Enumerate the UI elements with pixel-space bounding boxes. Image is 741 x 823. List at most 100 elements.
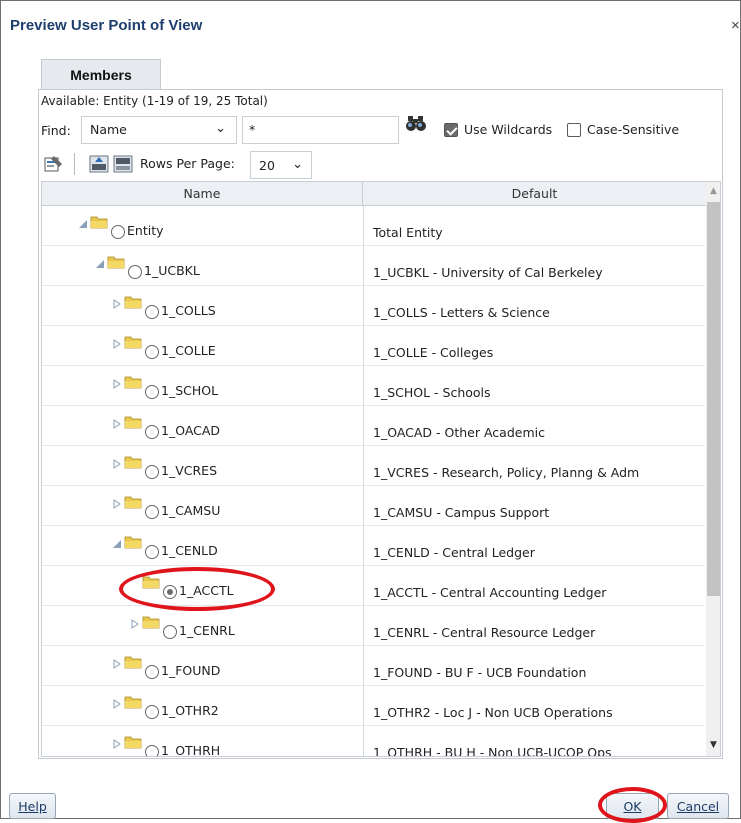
table-row[interactable]: 1_CENRL 1_CENRL - Central Resource Ledger <box>42 606 705 646</box>
member-default: 1_VCRES - Research, Policy, Planng & Adm <box>373 465 640 480</box>
table-row[interactable]: 1_COLLE 1_COLLE - Colleges <box>42 326 705 366</box>
member-radio[interactable] <box>145 665 159 679</box>
collapsed-triangle-icon[interactable] <box>112 699 122 709</box>
member-default: Total Entity <box>373 225 443 240</box>
member-default: 1_OTHRH - BU H - Non UCB-UCOP Ops <box>373 745 612 757</box>
expanded-triangle-icon[interactable] <box>112 539 122 549</box>
expand-all-icon[interactable] <box>89 155 109 173</box>
table-row[interactable]: 1_ACCTL 1_ACCTL - Central Accounting Ledg… <box>42 566 705 606</box>
expanded-triangle-icon[interactable] <box>78 219 88 229</box>
collapsed-triangle-icon[interactable] <box>112 659 122 669</box>
binoculars-search-icon[interactable] <box>405 115 427 133</box>
member-radio[interactable] <box>145 345 159 359</box>
member-name: 1_CAMSU <box>161 503 221 518</box>
member-default: 1_OACAD - Other Academic <box>373 425 545 440</box>
table-row[interactable]: 1_FOUND 1_FOUND - BU F - UCB Foundation <box>42 646 705 686</box>
member-name: 1_ACCTL <box>179 583 234 598</box>
collapsed-triangle-icon[interactable] <box>130 619 140 629</box>
cancel-button[interactable]: Cancel <box>667 793 729 819</box>
member-radio[interactable] <box>163 585 177 599</box>
use-wildcards-checkbox[interactable] <box>444 123 458 137</box>
collapsed-triangle-icon[interactable] <box>112 499 122 509</box>
rows-per-page-label: Rows Per Page: <box>140 156 235 171</box>
collapsed-triangle-icon[interactable] <box>112 419 122 429</box>
table-row[interactable]: 1_CAMSU 1_CAMSU - Campus Support <box>42 486 705 526</box>
dialog-window: Preview User Point of View × Members Ava… <box>0 0 741 823</box>
column-header-name[interactable]: Name <box>42 182 363 206</box>
find-by-select[interactable]: Name ⌄ <box>81 116 237 144</box>
collapsed-triangle-icon[interactable] <box>112 339 122 349</box>
member-radio[interactable] <box>145 425 159 439</box>
member-radio[interactable] <box>145 545 159 559</box>
expanded-triangle-icon[interactable] <box>95 259 105 269</box>
folder-icon <box>124 736 142 749</box>
table-row[interactable]: 1_SCHOL 1_SCHOL - Schools <box>42 366 705 406</box>
table-row[interactable]: 1_COLLS 1_COLLS - Letters & Science <box>42 286 705 326</box>
collapsed-triangle-icon[interactable] <box>112 459 122 469</box>
table-row[interactable]: 1_UCBKL 1_UCBKL - University of Cal Berke… <box>42 246 705 286</box>
scroll-up-arrow-icon[interactable]: ▲ <box>710 186 717 196</box>
member-default: 1_OTHR2 - Loc J - Non UCB Operations <box>373 705 613 720</box>
collapsed-triangle-icon[interactable] <box>112 299 122 309</box>
folder-icon <box>124 456 142 469</box>
case-sensitive-checkbox[interactable] <box>567 123 581 137</box>
table-row[interactable]: 1_OTHRH 1_OTHRH - BU H - Non UCB-UCOP Ops <box>42 726 705 757</box>
folder-icon <box>124 296 142 309</box>
case-sensitive-label: Case-Sensitive <box>587 122 680 137</box>
rows-per-page-select[interactable]: 20 ⌄ <box>250 151 312 179</box>
find-input[interactable]: * <box>242 116 399 144</box>
table-row[interactable]: 1_VCRES 1_VCRES - Research, Policy, Plann… <box>42 446 705 486</box>
member-radio[interactable] <box>145 745 159 756</box>
member-name: Entity <box>127 223 164 238</box>
find-by-value: Name <box>90 122 127 137</box>
member-name: 1_CENRL <box>179 623 235 638</box>
member-default: 1_COLLS - Letters & Science <box>373 305 550 320</box>
member-radio[interactable] <box>145 305 159 319</box>
member-default: 1_ACCTL - Central Accounting Ledger <box>373 585 607 600</box>
collapse-all-icon[interactable] <box>113 155 133 173</box>
table-row[interactable]: Entity Total Entity <box>42 206 705 246</box>
member-name: 1_COLLE <box>161 343 216 358</box>
folder-icon <box>124 536 142 549</box>
table-row[interactable]: 1_OACAD 1_OACAD - Other Academic <box>42 406 705 446</box>
member-default: 1_COLLE - Colleges <box>373 345 494 360</box>
folder-icon <box>124 336 142 349</box>
collapsed-triangle-icon[interactable] <box>112 739 122 749</box>
scrollbar-thumb[interactable] <box>707 202 720 596</box>
member-default: 1_UCBKL - University of Cal Berkeley <box>373 265 603 280</box>
rows-per-page-value: 20 <box>259 158 275 173</box>
column-header-default[interactable]: Default <box>363 182 706 206</box>
dialog-title: Preview User Point of View <box>10 17 203 34</box>
ok-button[interactable]: OK <box>606 793 659 819</box>
member-name: 1_OACAD <box>161 423 221 438</box>
member-radio[interactable] <box>163 625 177 639</box>
member-radio[interactable] <box>111 225 125 239</box>
member-default: 1_SCHOL - Schools <box>373 385 491 400</box>
properties-icon[interactable] <box>44 155 64 173</box>
tab-members[interactable]: Members <box>41 59 161 89</box>
member-radio[interactable] <box>145 465 159 479</box>
find-label: Find: <box>41 123 71 138</box>
folder-icon <box>124 696 142 709</box>
member-default: 1_CENRL - Central Resource Ledger <box>373 625 596 640</box>
member-grid: Name Default Entity Total Entity 1_UCBKL 1_… <box>41 181 721 757</box>
member-name: 1_OTHRH <box>161 743 221 757</box>
close-icon[interactable]: × <box>731 17 740 34</box>
table-row[interactable]: 1_CENLD 1_CENLD - Central Ledger <box>42 526 705 566</box>
folder-icon <box>142 616 160 629</box>
member-radio[interactable] <box>128 265 142 279</box>
member-name: 1_CENLD <box>161 543 218 558</box>
member-default: 1_CAMSU - Campus Support <box>373 505 550 520</box>
member-radio[interactable] <box>145 505 159 519</box>
member-radio[interactable] <box>145 385 159 399</box>
folder-icon <box>124 376 142 389</box>
chevron-down-icon: ⌄ <box>292 157 303 172</box>
member-radio[interactable] <box>145 705 159 719</box>
table-row[interactable]: 1_OTHR2 1_OTHR2 - Loc J - Non UCB Operati… <box>42 686 705 726</box>
folder-icon <box>124 496 142 509</box>
member-name: 1_SCHOL <box>161 383 219 398</box>
scroll-down-arrow-icon[interactable]: ▼ <box>710 740 717 750</box>
help-button[interactable]: Help <box>9 793 56 819</box>
collapsed-triangle-icon[interactable] <box>112 379 122 389</box>
member-name: 1_OTHR2 <box>161 703 219 718</box>
